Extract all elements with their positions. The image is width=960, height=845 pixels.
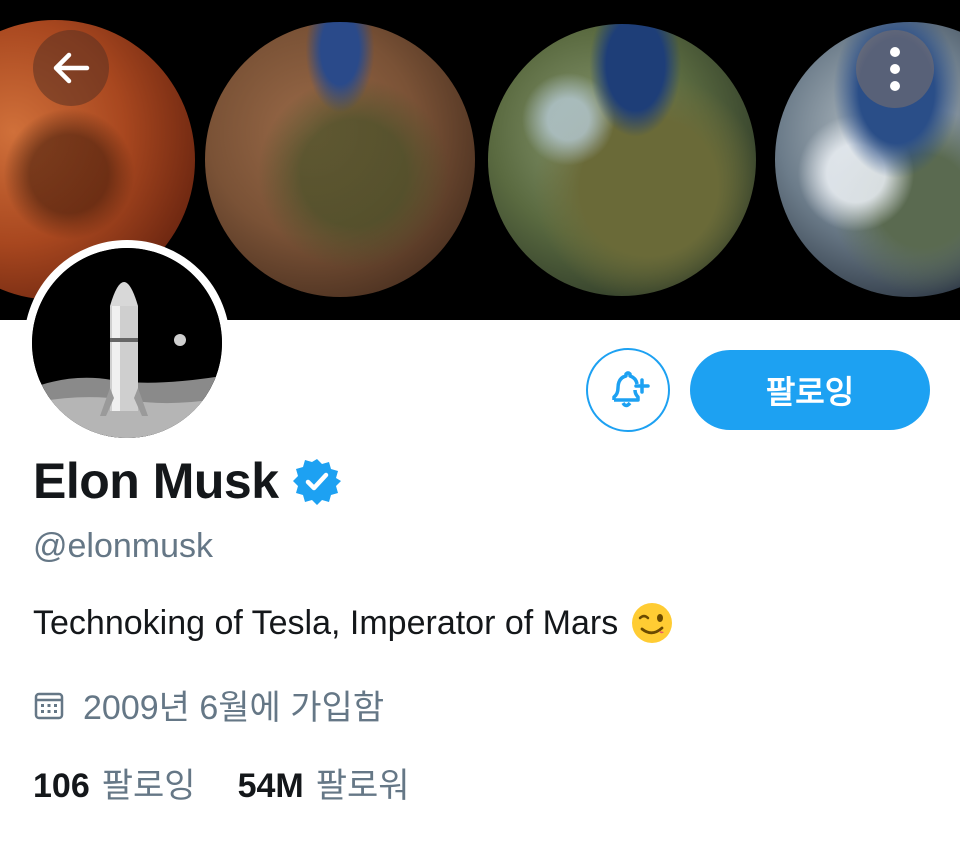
winking-face-icon <box>632 603 673 643</box>
followers-count: 54M <box>237 767 304 805</box>
followers-label: 팔로워 <box>315 767 410 805</box>
verified-badge-icon <box>292 459 341 505</box>
profile-handle: @elonmusk <box>33 527 214 565</box>
more-options-button[interactable] <box>856 30 934 108</box>
join-date: 2009년 6월에 가입함 <box>33 680 384 729</box>
notifications-button[interactable] <box>586 348 670 432</box>
following-stat[interactable]: 106 팔로잉 <box>33 758 196 807</box>
profile-stats: 106 팔로잉 54M 팔로워 <box>33 758 410 807</box>
back-button[interactable] <box>33 30 109 106</box>
profile-bio: Technoking of Tesla, Imperator of Mars <box>33 601 674 645</box>
profile-name-row: Elon Musk <box>33 452 341 510</box>
display-name: Elon Musk <box>33 453 279 509</box>
followers-stat[interactable]: 54M 팔로워 <box>238 758 410 807</box>
bell-plus-icon <box>612 371 650 408</box>
avatar-image <box>32 248 222 438</box>
arrow-left-icon <box>53 52 90 84</box>
following-count: 106 <box>33 767 90 805</box>
banner-planet-terraform-2 <box>488 24 756 296</box>
following-button[interactable]: 팔로잉 <box>690 350 930 430</box>
avatar[interactable] <box>24 240 230 446</box>
following-label: 팔로잉 <box>101 767 196 805</box>
banner-planet-terraform-1 <box>205 22 475 297</box>
calendar-icon <box>34 692 64 719</box>
more-vertical-icon <box>890 47 900 91</box>
join-date-text: 2009년 6월에 가입함 <box>83 689 385 727</box>
bio-text: Technoking of Tesla, Imperator of Mars <box>33 603 619 642</box>
